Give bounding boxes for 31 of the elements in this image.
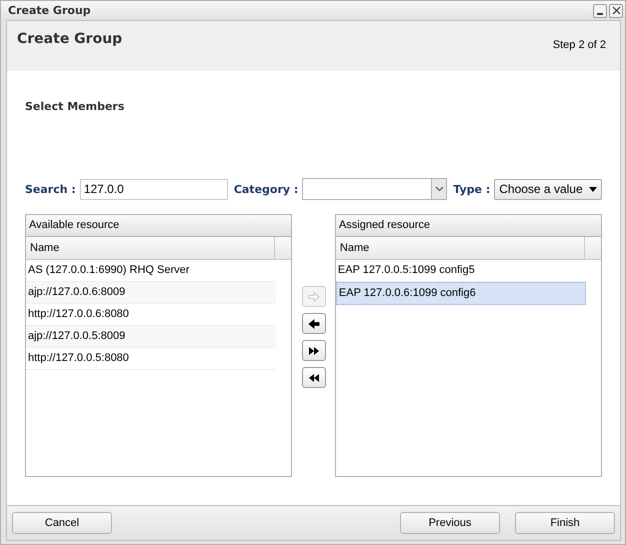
remove-button[interactable]: [302, 313, 326, 334]
wizard-title: Create Group: [17, 31, 122, 49]
add-all-button[interactable]: [302, 340, 326, 361]
arrow-left-icon: [308, 318, 320, 328]
arrow-right-icon: [308, 292, 320, 302]
minimize-icon: [597, 12, 603, 14]
footer-button[interactable]: Cancel: [12, 512, 112, 534]
minimize-button[interactable]: [593, 4, 607, 18]
type-dropdown[interactable]: Choose a value: [494, 178, 602, 200]
list-row[interactable]: ajp://127.0.0.6:8009: [26, 282, 276, 304]
section-title: Select Members: [25, 100, 126, 113]
remove-all-button[interactable]: [302, 367, 326, 388]
footer-button[interactable]: Finish: [515, 512, 615, 534]
list-row[interactable]: EAP 127.0.0.6:1099 config6: [336, 282, 586, 305]
type-label: Type :: [453, 182, 490, 196]
caret-icon: [588, 186, 597, 192]
list-title: Available resource: [26, 215, 292, 237]
list-title: Assigned resource: [336, 215, 601, 237]
close-icon: [612, 6, 620, 15]
category-label: Category :: [234, 182, 298, 196]
double-arrow-right-icon: [308, 346, 320, 356]
search-field[interactable]: 127.0.0: [80, 178, 228, 200]
footer-button[interactable]: Previous: [400, 512, 500, 534]
list-row[interactable]: ajp://127.0.0.5:8009: [26, 326, 276, 348]
list-row[interactable]: http://127.0.0.5:8080: [26, 348, 276, 370]
close-button[interactable]: [609, 4, 623, 18]
chevron-down-icon: [434, 186, 444, 192]
double-arrow-left-icon: [308, 372, 320, 382]
window-title: Create Group: [8, 4, 91, 17]
step-indicator: Step 2 of 2: [552, 39, 606, 53]
search-label: Search :: [25, 182, 76, 196]
